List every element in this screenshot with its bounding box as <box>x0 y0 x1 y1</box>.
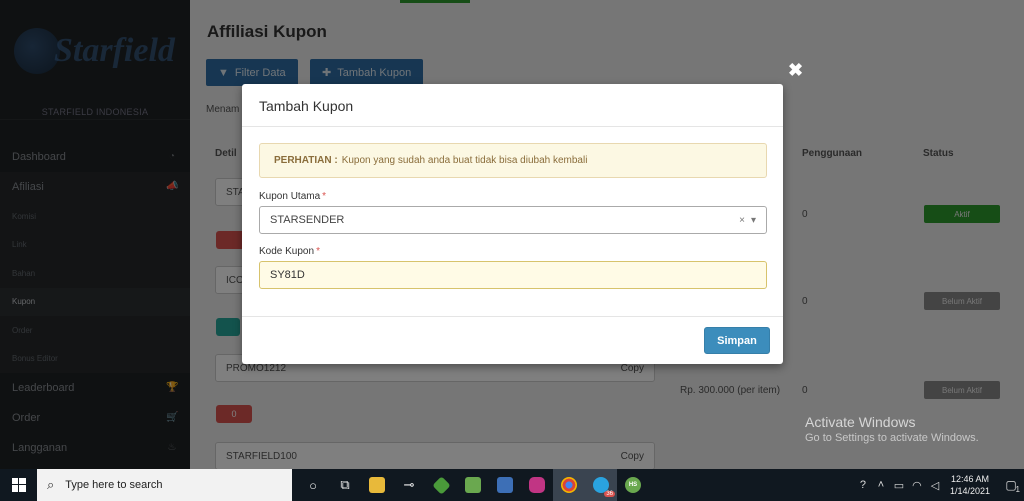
file-explorer-icon[interactable] <box>361 469 393 501</box>
chrome-icon[interactable] <box>553 469 585 501</box>
modal-footer: Simpan <box>242 316 783 364</box>
notepad-icon[interactable] <box>457 469 489 501</box>
clock-date: 1/14/2021 <box>949 486 990 496</box>
kode-kupon-input[interactable] <box>259 261 767 289</box>
label-text: Kode Kupon <box>259 246 315 257</box>
kupon-utama-label: Kupon Utama * <box>259 191 326 202</box>
clock[interactable]: 12:46 AM 1/14/2021 <box>950 473 990 497</box>
cortana-icon[interactable]: ○ <box>297 469 329 501</box>
taskbar-search[interactable]: ⌕ Type here to search <box>37 469 292 501</box>
search-placeholder: Type here to search <box>65 479 163 491</box>
clear-icon[interactable]: × <box>739 215 745 226</box>
network-app-icon[interactable] <box>489 469 521 501</box>
simpan-button[interactable]: Simpan <box>704 327 770 354</box>
task-view-icon[interactable]: ⧉ <box>329 469 361 501</box>
help-icon[interactable]: ? <box>854 479 872 491</box>
kupon-utama-select[interactable]: STARSENDER × ▾ <box>259 206 767 234</box>
alert-text: Kupon yang sudah anda buat tidak bisa di… <box>341 155 588 166</box>
selected-value: STARSENDER <box>270 214 345 226</box>
close-icon[interactable]: ✖ <box>788 60 803 81</box>
battery-icon[interactable]: ▭ <box>890 479 908 492</box>
volume-icon[interactable]: ◁ <box>926 479 944 492</box>
instagram-icon[interactable] <box>521 469 553 501</box>
notification-center-icon[interactable]: ▢ 1 <box>998 478 1024 494</box>
activation-watermark-subtitle: Go to Settings to activate Windows. <box>805 432 979 444</box>
system-tray: ? ˄ ▭ ◠ ◁ 12:46 AM 1/14/2021 ▢ 1 <box>854 469 1024 501</box>
modal-title: Tambah Kupon <box>242 84 783 127</box>
search-icon: ⌕ <box>47 477 55 492</box>
nodejs-icon[interactable] <box>425 469 457 501</box>
start-button[interactable] <box>0 469 37 501</box>
telegram-icon[interactable]: 36 <box>585 469 617 501</box>
chevron-up-icon[interactable]: ˄ <box>872 479 890 491</box>
windows-logo-icon <box>11 478 26 492</box>
wifi-icon[interactable]: ◠ <box>908 479 926 492</box>
label-text: Kupon Utama <box>259 191 321 202</box>
telegram-badge: 36 <box>604 491 615 497</box>
kode-kupon-label: Kode Kupon * <box>259 246 320 257</box>
chevron-down-icon[interactable]: ▾ <box>751 215 756 226</box>
warning-alert: PERHATIAN : Kupon yang sudah anda buat t… <box>259 143 767 178</box>
taskbar: ⌕ Type here to search ○ ⧉ ⊸ 36 HS ? ˄ ▭ … <box>0 469 1024 501</box>
alert-strong: PERHATIAN : <box>274 155 338 166</box>
notification-count: 1 <box>1015 485 1020 494</box>
required-mark: * <box>316 246 320 257</box>
activation-watermark-title: Activate Windows <box>805 414 916 430</box>
required-mark: * <box>322 191 327 202</box>
key-app-icon[interactable]: ⊸ <box>393 469 425 501</box>
hs-app-icon[interactable]: HS <box>617 469 649 501</box>
tambah-kupon-modal: Tambah Kupon PERHATIAN : Kupon yang suda… <box>242 84 783 364</box>
clock-time: 12:46 AM <box>950 474 989 484</box>
